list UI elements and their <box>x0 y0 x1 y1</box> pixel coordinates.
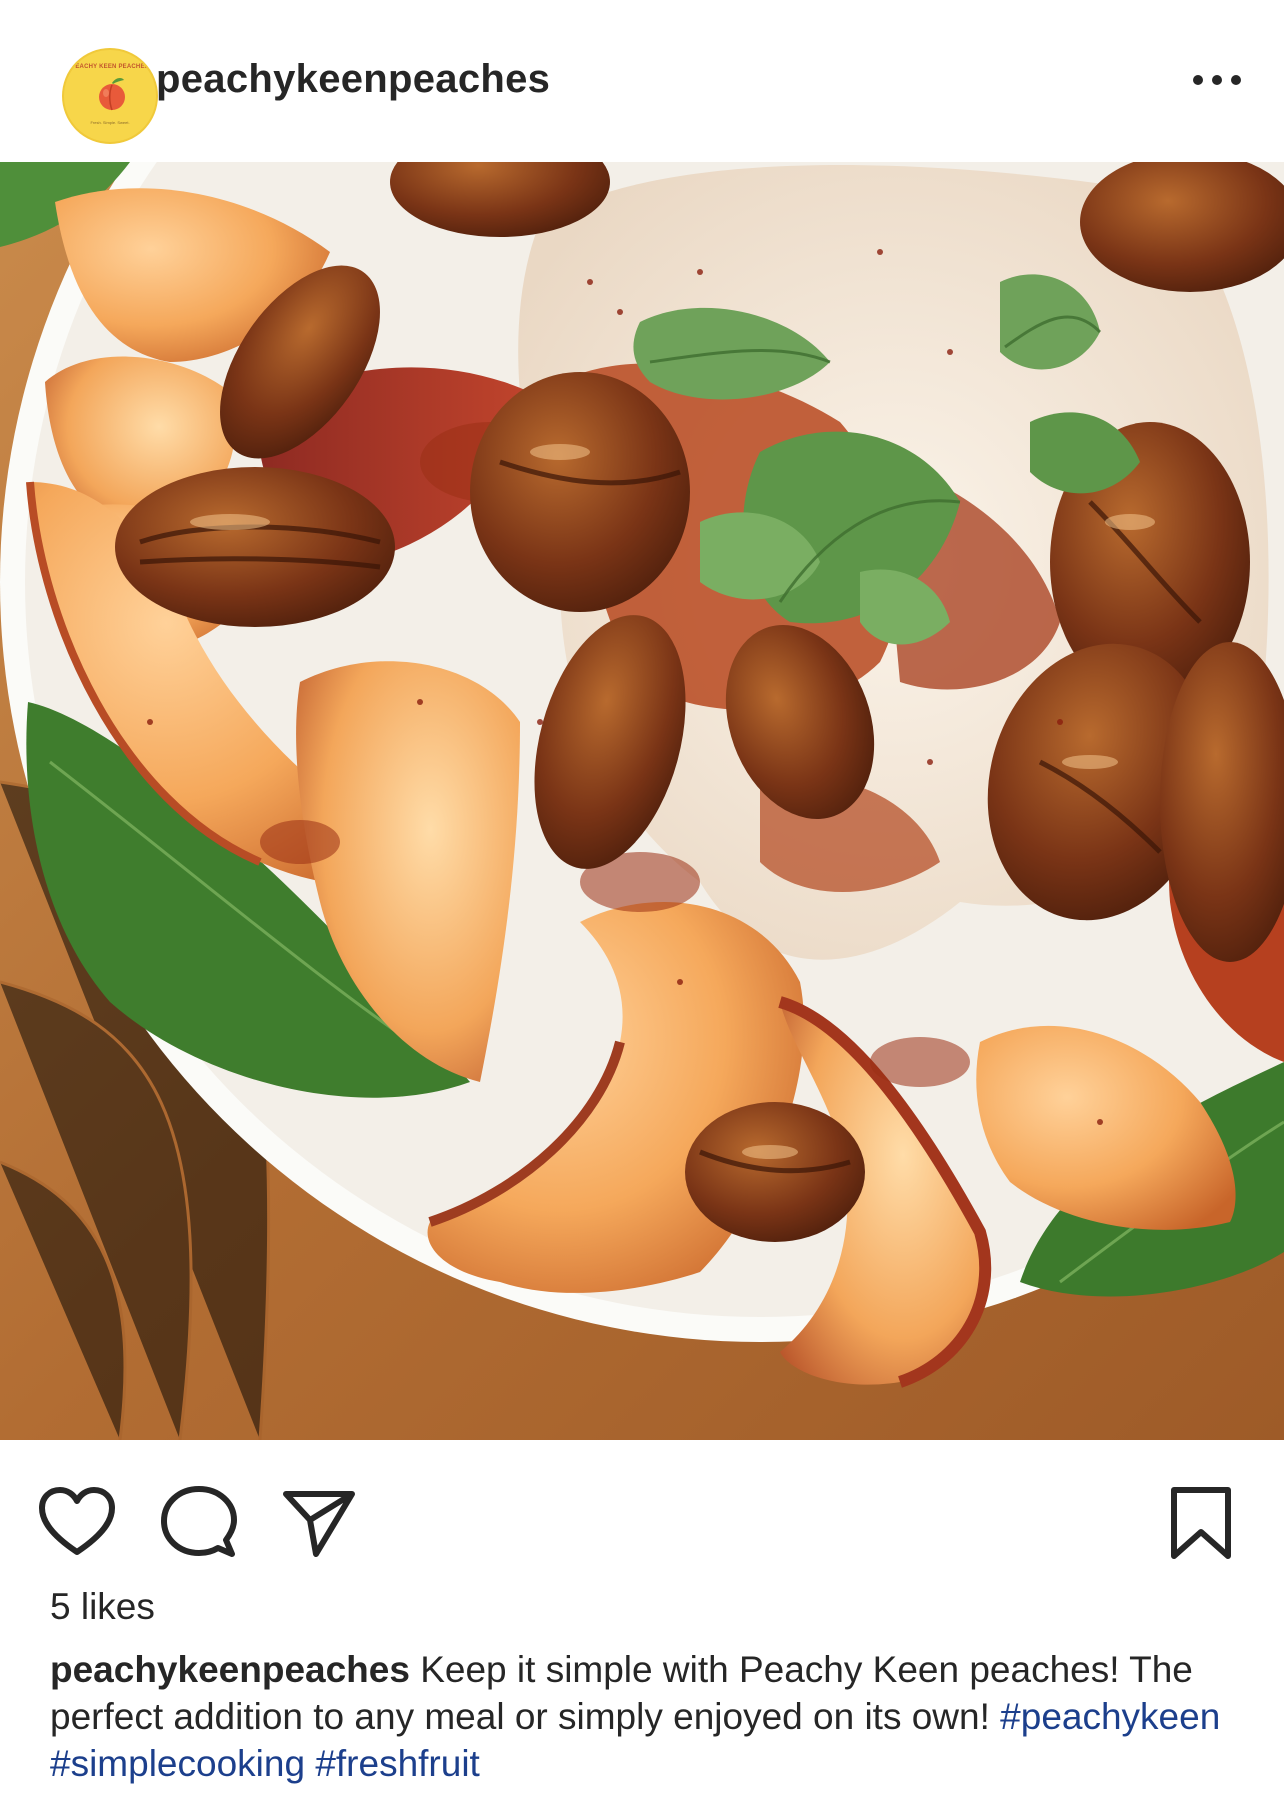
caption-username[interactable]: peachykeenpeaches <box>50 1649 410 1690</box>
hashtag-link[interactable]: #peachykeen <box>1000 1696 1220 1737</box>
action-bar <box>0 1440 1284 1580</box>
post-photo[interactable] <box>0 162 1284 1440</box>
peach-logo-icon <box>99 78 125 111</box>
comment-icon[interactable] <box>160 1484 238 1562</box>
avatar-tagline: Fresh. Simple. Sweet. <box>90 120 130 125</box>
bookmark-icon[interactable] <box>1162 1484 1240 1562</box>
hashtag-link[interactable]: #simplecooking <box>50 1743 305 1784</box>
avatar[interactable]: PEACHY KEEN PEACHES Fresh. Simple. Sweet… <box>62 48 158 144</box>
food-photo <box>0 162 1284 1440</box>
avatar-brand-text: PEACHY KEEN PEACHES <box>71 64 149 70</box>
hashtag-link[interactable]: #freshfruit <box>315 1743 480 1784</box>
send-icon[interactable] <box>280 1484 358 1562</box>
post-header: PEACHY KEEN PEACHES Fresh. Simple. Sweet… <box>0 0 1284 162</box>
likes-count[interactable]: 5 likes <box>50 1586 155 1628</box>
more-options-icon[interactable] <box>1190 62 1244 98</box>
post-caption: peachykeenpeaches Keep it simple with Pe… <box>50 1646 1250 1787</box>
heart-icon[interactable] <box>38 1484 116 1562</box>
post-username[interactable]: peachykeenpeaches <box>156 57 550 102</box>
